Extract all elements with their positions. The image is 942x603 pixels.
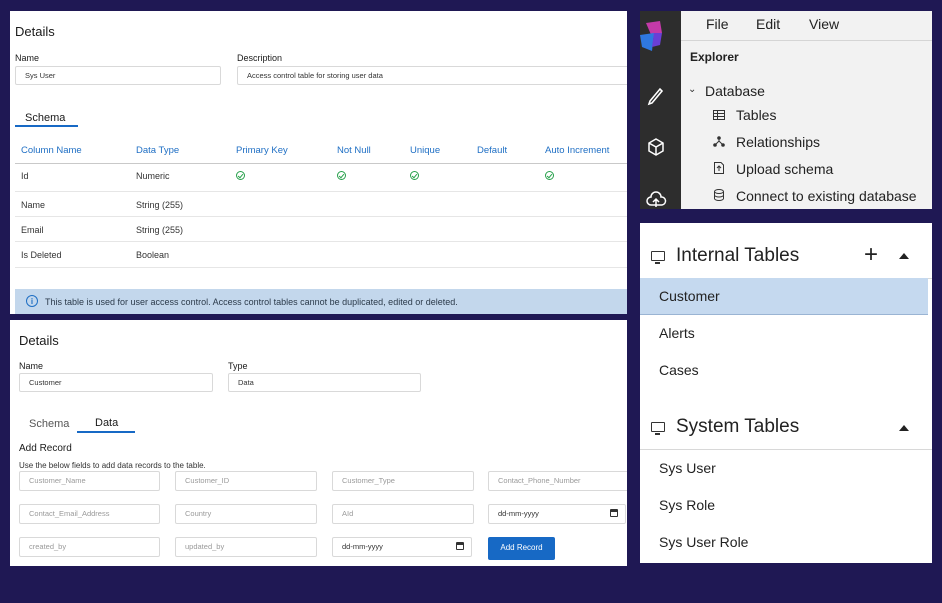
row-isdeleted-type: Boolean bbox=[136, 250, 170, 260]
primary-key-check-icon bbox=[236, 171, 245, 180]
col-header-data-type[interactable]: Data Type bbox=[136, 145, 179, 156]
cloud-upload-icon[interactable] bbox=[645, 189, 667, 209]
name-field[interactable]: Customer bbox=[19, 373, 213, 392]
database-icon bbox=[714, 189, 724, 201]
add-table-plus-icon[interactable]: + bbox=[864, 243, 878, 267]
app-logo-icon bbox=[640, 21, 662, 51]
name-label: Name bbox=[19, 361, 44, 371]
not-null-check-icon bbox=[337, 171, 346, 180]
customer-type-input[interactable]: Customer_Type bbox=[332, 471, 474, 491]
explorer-item-upload-schema[interactable]: Upload schema bbox=[736, 161, 833, 177]
details-heading: Details bbox=[15, 24, 55, 39]
explorer-panel: File Edit View Explorer ⌄ Database Table… bbox=[640, 11, 932, 209]
add-record-hint: Use the below fields to add data records… bbox=[19, 461, 206, 470]
date-input-placeholder: dd-mm-yyyy bbox=[342, 542, 383, 551]
explorer-item-relationships[interactable]: Relationships bbox=[736, 134, 820, 150]
created-by-input[interactable]: created_by bbox=[19, 537, 160, 557]
unique-check-icon bbox=[410, 171, 419, 180]
internal-table-item[interactable]: Alerts bbox=[659, 325, 695, 341]
row-name-type: String (255) bbox=[136, 200, 184, 210]
col-header-column-name[interactable]: Column Name bbox=[21, 145, 82, 156]
calendar-icon[interactable] bbox=[456, 542, 464, 550]
tab-schema-underline bbox=[15, 125, 78, 127]
system-table-item[interactable]: Sys Role bbox=[659, 497, 715, 513]
calendar-icon[interactable] bbox=[610, 509, 618, 517]
menu-view[interactable]: View bbox=[809, 16, 839, 32]
row-name-name: Name bbox=[21, 200, 46, 210]
date-input-placeholder: dd-mm-yyyy bbox=[498, 509, 539, 518]
row-divider bbox=[15, 191, 627, 192]
tab-schema[interactable]: Schema bbox=[25, 112, 65, 124]
row-email-name: Email bbox=[21, 225, 44, 235]
collapse-system-icon[interactable] bbox=[899, 425, 909, 431]
menu-divider bbox=[681, 40, 932, 41]
monitor-icon bbox=[651, 251, 665, 264]
auto-increment-check-icon bbox=[545, 171, 554, 180]
header-divider bbox=[15, 163, 627, 164]
explorer-item-connect-database[interactable]: Connect to existing database bbox=[736, 188, 917, 204]
internal-table-item[interactable]: Customer bbox=[659, 288, 720, 304]
col-header-not-null[interactable]: Not Null bbox=[337, 145, 371, 156]
monitor-icon bbox=[651, 422, 665, 435]
system-table-item[interactable]: Sys User bbox=[659, 460, 716, 476]
pencil-icon[interactable] bbox=[645, 84, 667, 106]
col-header-auto-increment[interactable]: Auto Increment bbox=[545, 145, 609, 156]
info-banner-text: This table is used for user access contr… bbox=[45, 297, 458, 307]
col-header-default[interactable]: Default bbox=[477, 145, 507, 156]
type-field[interactable]: Data bbox=[228, 373, 421, 392]
table-icon bbox=[713, 110, 725, 120]
tab-data-underline bbox=[77, 431, 135, 433]
description-label: Description bbox=[237, 53, 283, 63]
info-banner: i This table is used for user access con… bbox=[15, 289, 627, 314]
customer-details-panel: Details Name Customer Type Data Schema D… bbox=[10, 320, 627, 566]
customer-name-input[interactable]: Customer_Name bbox=[19, 471, 160, 491]
name-field[interactable]: Sys User bbox=[15, 66, 221, 85]
upload-file-icon bbox=[714, 162, 724, 174]
type-label: Type bbox=[228, 361, 248, 371]
date-input[interactable]: dd-mm-yyyy bbox=[332, 537, 472, 557]
chevron-down-icon[interactable]: ⌄ bbox=[688, 84, 696, 95]
explorer-item-tables[interactable]: Tables bbox=[736, 107, 776, 123]
row-email-type: String (255) bbox=[136, 225, 184, 235]
row-isdeleted-name: Is Deleted bbox=[21, 250, 62, 260]
row-divider bbox=[15, 267, 627, 268]
menu-edit[interactable]: Edit bbox=[756, 16, 780, 32]
description-field[interactable]: Access control table for storing user da… bbox=[237, 66, 627, 85]
tab-data[interactable]: Data bbox=[95, 417, 118, 429]
add-record-heading: Add Record bbox=[19, 443, 72, 454]
activity-rail bbox=[640, 11, 681, 209]
system-table-item[interactable]: Sys User Role bbox=[659, 534, 748, 550]
name-label: Name bbox=[15, 53, 40, 63]
aid-input[interactable]: AId bbox=[332, 504, 474, 524]
contact-email-input[interactable]: Contact_Email_Address bbox=[19, 504, 160, 524]
col-header-primary-key[interactable]: Primary Key bbox=[236, 145, 288, 156]
row-id-type: Numeric bbox=[136, 171, 170, 181]
row-id-name: Id bbox=[21, 171, 29, 181]
date-input[interactable]: dd-mm-yyyy bbox=[488, 504, 626, 524]
relationships-icon bbox=[713, 136, 725, 147]
internal-tables-title: Internal Tables bbox=[676, 245, 800, 266]
menu-file[interactable]: File bbox=[706, 16, 729, 32]
explorer-title: Explorer bbox=[690, 50, 739, 64]
tables-list-panel: Internal Tables + Customer Alerts Cases … bbox=[640, 223, 932, 563]
row-divider bbox=[15, 216, 627, 217]
database-node[interactable]: Database bbox=[705, 83, 765, 99]
collapse-internal-icon[interactable] bbox=[899, 253, 909, 259]
contact-phone-input[interactable]: Contact_Phone_Number bbox=[488, 471, 627, 491]
add-record-button[interactable]: Add Record bbox=[488, 537, 555, 560]
cube-icon[interactable] bbox=[645, 136, 667, 158]
list-divider bbox=[640, 449, 932, 450]
internal-table-item[interactable]: Cases bbox=[659, 362, 699, 378]
col-header-unique[interactable]: Unique bbox=[410, 145, 440, 156]
row-divider bbox=[15, 241, 627, 242]
system-tables-title: System Tables bbox=[676, 416, 800, 437]
customer-id-input[interactable]: Customer_ID bbox=[175, 471, 317, 491]
sys-user-details-panel: Details Name Sys User Description Access… bbox=[10, 11, 627, 314]
info-circle-icon: i bbox=[26, 295, 38, 307]
updated-by-input[interactable]: updated_by bbox=[175, 537, 317, 557]
country-input[interactable]: Country bbox=[175, 504, 317, 524]
details-heading: Details bbox=[19, 333, 59, 348]
tab-schema[interactable]: Schema bbox=[29, 418, 69, 430]
